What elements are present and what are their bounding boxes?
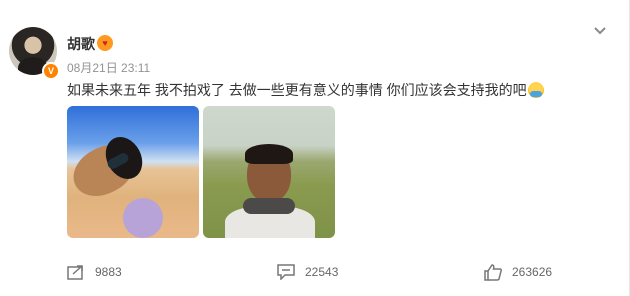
photo-desert-selfie[interactable] (67, 106, 199, 238)
like-count: 263626 (512, 265, 553, 279)
chevron-down-icon[interactable] (590, 20, 610, 40)
like-button[interactable]: 263626 (484, 262, 552, 282)
photo-toy (123, 198, 163, 238)
verified-badge-icon: V (42, 62, 60, 80)
photo-field-selfie[interactable] (203, 106, 335, 238)
comment-button[interactable]: 22543 (277, 262, 338, 282)
photo-scarf (243, 198, 295, 214)
action-bar: 9883 22543 263626 (0, 262, 630, 282)
username[interactable]: 胡歌 (67, 34, 95, 54)
repost-button[interactable]: 9883 (67, 262, 122, 282)
photo-hair (245, 144, 293, 164)
repost-count: 9883 (95, 265, 122, 279)
post-content: 如果未来五年 我不拍戏了 去做一些更有意义的事情 你们应该会支持我的吧 (67, 80, 544, 100)
comment-icon (277, 264, 295, 280)
thumbs-up-icon (484, 263, 502, 281)
post-time[interactable]: 08月21日 23:11 (67, 59, 150, 76)
hugging-emoji-icon (527, 82, 544, 98)
fan-badge-icon: ♥ (97, 35, 113, 51)
weibo-post-card: V 胡歌 ♥ 08月21日 23:11 如果未来五年 我不拍戏了 去做一些更有意… (0, 0, 630, 296)
comment-count: 22543 (305, 265, 339, 279)
post-text: 如果未来五年 我不拍戏了 去做一些更有意义的事情 你们应该会支持我的吧 (67, 82, 527, 98)
share-icon (67, 264, 85, 280)
